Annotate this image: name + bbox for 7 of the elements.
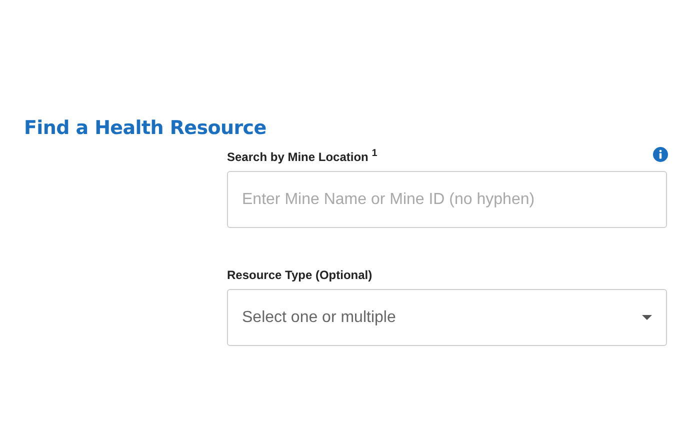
resource-type-dropdown[interactable]: Select one or multiple	[227, 289, 667, 346]
page-heading: Find a Health Resource	[24, 116, 268, 141]
field-label: Resource Type (Optional)	[227, 268, 372, 282]
info-icon[interactable]	[653, 147, 668, 162]
caret-icon	[642, 315, 652, 320]
search-field[interactable]: Enter Mine Name or Mine ID (no hyphen)	[227, 171, 667, 228]
field-label: Search by Mine Location $^{1}$	[227, 148, 378, 164]
